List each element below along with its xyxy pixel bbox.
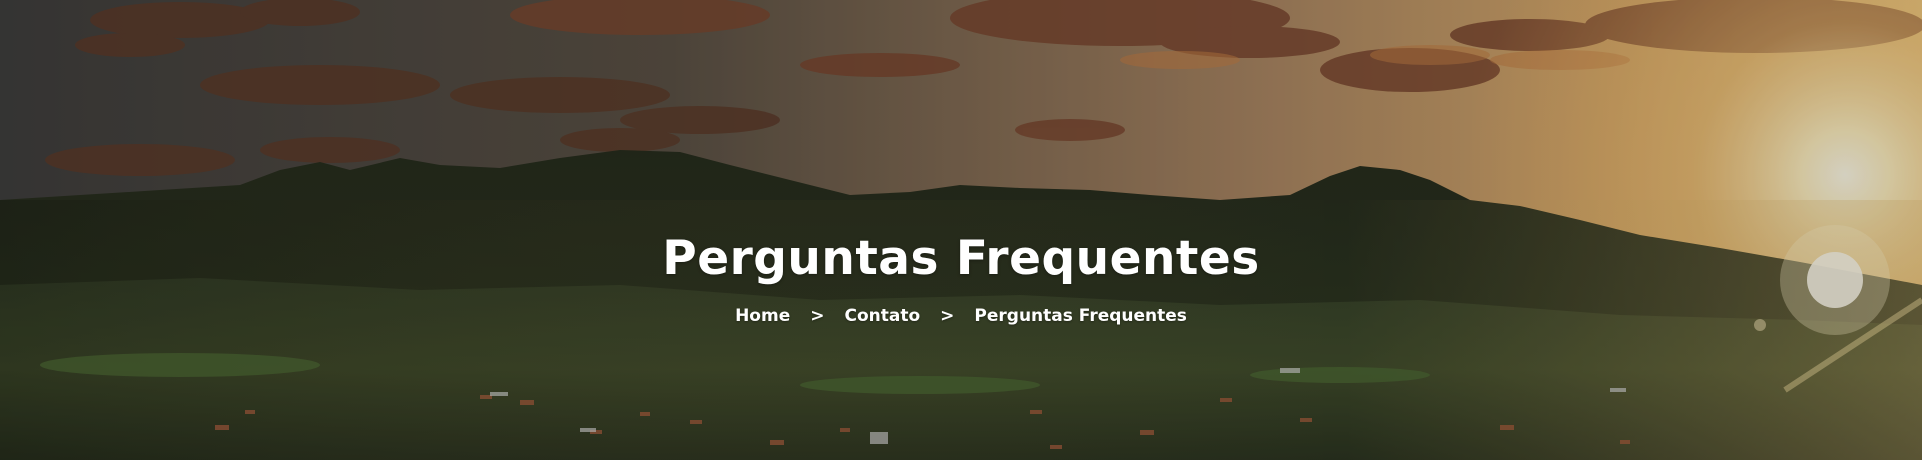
breadcrumb-contato-link[interactable]: Contato	[844, 304, 920, 328]
breadcrumb: Home > Contato > Perguntas Frequentes	[0, 304, 1922, 328]
hero-banner: Perguntas Frequentes Home > Contato > Pe…	[0, 0, 1922, 460]
breadcrumb-current-page: Perguntas Frequentes	[974, 306, 1187, 326]
breadcrumb-separator: >	[810, 306, 825, 326]
hero-content: Perguntas Frequentes Home > Contato > Pe…	[0, 226, 1922, 328]
page-title: Perguntas Frequentes	[662, 231, 1260, 286]
breadcrumb-home-link[interactable]: Home	[735, 304, 790, 328]
breadcrumb-separator: >	[940, 306, 955, 326]
